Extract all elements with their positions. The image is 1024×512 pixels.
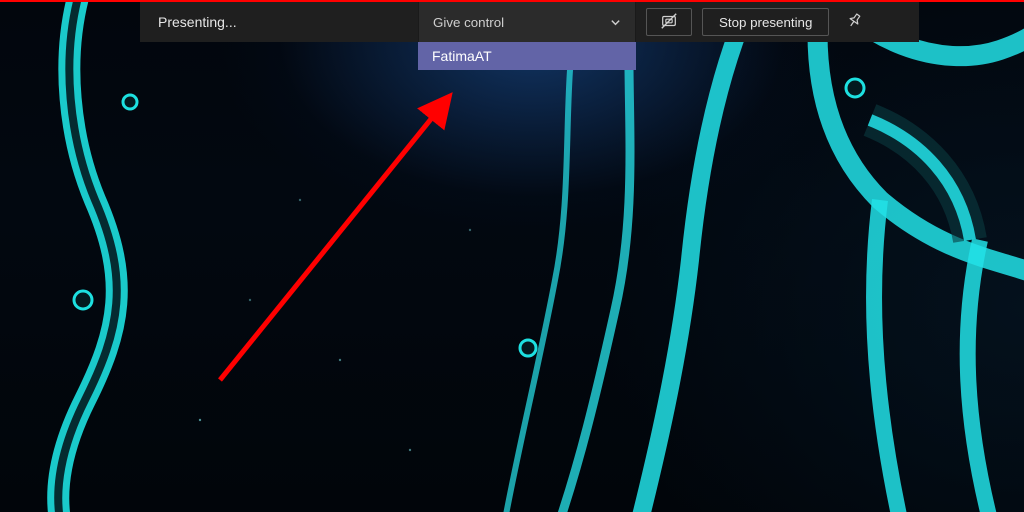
give-control-container: Give control FatimaAT (418, 2, 636, 42)
chevron-down-icon (610, 17, 621, 28)
give-control-dropdown-item[interactable]: FatimaAT (418, 42, 636, 70)
give-control-dropdown-button[interactable]: Give control (418, 2, 636, 42)
status-label: Presenting... (158, 14, 237, 30)
include-system-audio-button[interactable] (646, 8, 692, 36)
stop-presenting-button[interactable]: Stop presenting (702, 8, 829, 36)
participant-name: FatimaAT (432, 48, 492, 64)
pin-icon (847, 13, 862, 31)
recording-border (0, 0, 1024, 2)
desktop-wallpaper (0, 0, 1024, 512)
give-control-label: Give control (433, 15, 504, 30)
system-audio-off-icon (660, 12, 678, 33)
stop-presenting-label: Stop presenting (719, 15, 812, 30)
presenting-status: Presenting... (140, 2, 418, 42)
presenting-toolbar: Presenting... Give control FatimaAT Stop… (140, 2, 919, 42)
pin-toolbar-button[interactable] (833, 2, 875, 42)
